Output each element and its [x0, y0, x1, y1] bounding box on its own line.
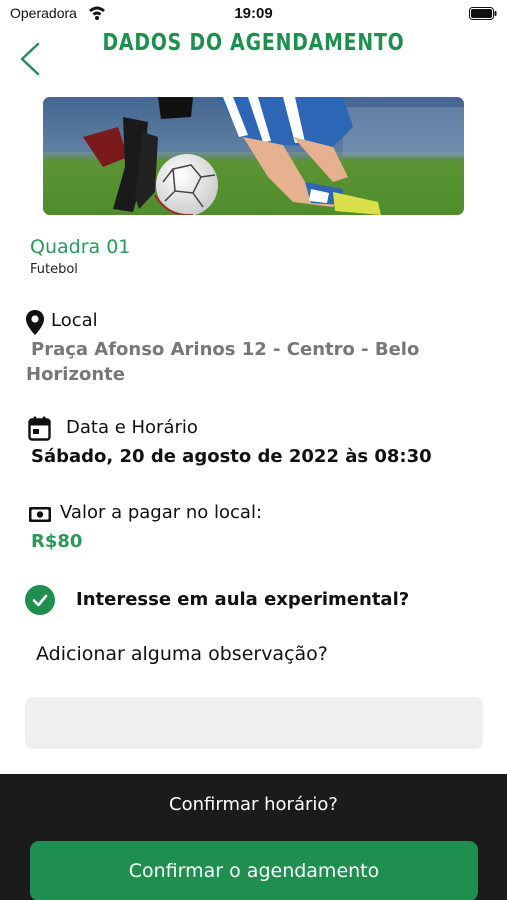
court-sport: Futebol: [30, 262, 78, 277]
datetime-value: Sábado, 20 de agosto de 2022 às 08:30: [31, 446, 432, 467]
page-title: DADOS DO AGENDAMENTO: [102, 30, 405, 56]
check-icon: [32, 594, 48, 607]
observation-input[interactable]: [25, 697, 483, 749]
datetime-label: Data e Horário: [66, 417, 198, 438]
status-time: 19:09: [234, 5, 273, 22]
location-value: Praça Afonso Arinos 12 - Centro - Belo H…: [26, 339, 420, 385]
location-pin-icon: [26, 310, 44, 335]
trial-class-checkbox[interactable]: [25, 585, 55, 615]
confirm-booking-button[interactable]: Confirmar o agendamento: [30, 841, 478, 900]
court-banner-image: [43, 97, 464, 215]
footer-bar: Confirmar horário? Confirmar o agendamen…: [0, 774, 507, 900]
calendar-icon: [28, 416, 51, 441]
confirm-question: Confirmar horário?: [169, 794, 338, 815]
price-label: Valor a pagar no local:: [60, 502, 263, 523]
battery-icon: [469, 7, 497, 20]
back-chevron-icon[interactable]: [16, 40, 46, 78]
price-value: R$80: [31, 531, 83, 552]
trial-class-label[interactable]: Interesse em aula experimental?: [76, 589, 409, 610]
location-label: Local: [51, 310, 98, 331]
observation-label: Adicionar alguma observação?: [36, 643, 328, 665]
court-name: Quadra 01: [30, 236, 131, 258]
status-bar: Operadora 19:09: [0, 0, 507, 28]
cash-icon: [29, 507, 51, 522]
